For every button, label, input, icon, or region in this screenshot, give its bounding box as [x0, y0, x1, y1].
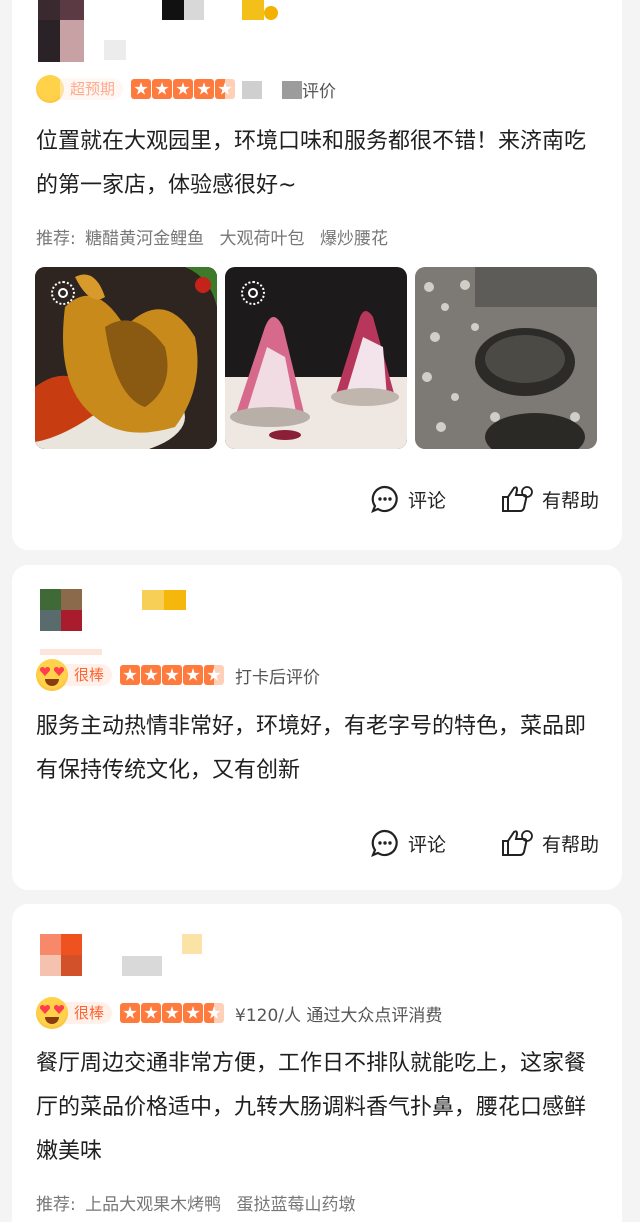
- recommend-label: 推荐:: [36, 229, 76, 249]
- star-icon: [120, 1003, 141, 1023]
- star-icon: [173, 79, 194, 99]
- comment-button[interactable]: 评论: [370, 484, 446, 514]
- user-level-icon: [264, 6, 278, 20]
- comment-bubble-icon: [371, 485, 398, 513]
- review-text: 服务主动热情非常好，环境好，有老字号的特色，菜品即有保持传统文化，又有创新: [36, 714, 587, 783]
- review-photo-fish[interactable]: [35, 267, 217, 449]
- star-icon: [152, 79, 173, 99]
- meta-mosaic: [242, 79, 303, 99]
- username-suffix: [40, 649, 102, 655]
- review-card-3: 很棒 ¥120/人 通过大众点评消费 餐厅周边交通非常方便，工作日不排队就能吃上…: [12, 904, 622, 1222]
- star-icon: [131, 79, 152, 99]
- star-icon: [194, 79, 215, 99]
- star-icon: [141, 1003, 162, 1023]
- avatar[interactable]: [38, 0, 84, 62]
- star-icon: [162, 1003, 183, 1023]
- heart-eyes-icon: [36, 659, 68, 691]
- star-icon: [141, 665, 162, 685]
- rating-row: 很棒 ¥120/人 通过大众点评消费: [36, 996, 442, 1030]
- live-photo-icon: [241, 281, 265, 305]
- review-card-2: 很棒 打卡后评价 服务主动热情非常好，环境好，有老字号的特色，菜品即有保持传统文…: [12, 565, 622, 890]
- heart-eyes-icon: [36, 997, 68, 1029]
- comment-bubble-icon: [371, 829, 398, 857]
- badge-label: 超预期: [60, 78, 124, 100]
- thumbs-up-icon: [502, 486, 533, 512]
- comment-label: 评论: [408, 489, 447, 512]
- recommend-dish[interactable]: 爆炒腰花: [320, 229, 388, 249]
- username-suffix: [104, 40, 126, 60]
- avatar[interactable]: [40, 934, 82, 976]
- recommend-label: 推荐:: [36, 1195, 76, 1215]
- recommend-dish[interactable]: 大观荷叶包: [220, 229, 305, 249]
- review-photo-dessert[interactable]: [225, 267, 407, 449]
- live-photo-icon: [51, 281, 75, 305]
- helpful-button[interactable]: 有帮助: [500, 828, 599, 858]
- avatar[interactable]: [40, 589, 82, 631]
- star-rating: [120, 665, 225, 685]
- rating-row: 超预期 评价: [36, 72, 336, 106]
- star-icon: [183, 1003, 204, 1023]
- helpful-button[interactable]: 有帮助: [500, 484, 599, 514]
- rating-row: 很棒 打卡后评价: [36, 658, 320, 692]
- helpful-label: 有帮助: [542, 833, 600, 856]
- recommend-dishes: 推荐: 糖醋黄河金鲤鱼 大观荷叶包 爆炒腰花: [36, 224, 398, 249]
- recommend-dishes: 推荐: 上品大观果木烤鸭 蛋挞蓝莓山药墩: [36, 1190, 366, 1215]
- username[interactable]: [142, 590, 186, 610]
- review-meta: 评价: [302, 81, 337, 102]
- recommend-dish[interactable]: 糖醋黄河金鲤鱼: [85, 229, 204, 249]
- review-text: 位置就在大观园里，环境口味和服务都很不错！来济南吃的第一家店，体验感很好~: [36, 129, 587, 198]
- review-card-1: 超预期 评价 位置就在大观园里，环境口味和服务都很不错！来济南吃的第一家店，体验…: [12, 0, 622, 550]
- star-icon: [120, 665, 141, 685]
- badge-label: 很棒: [64, 664, 113, 686]
- review-text: 餐厅周边交通非常方便，工作日不排队就能吃上，这家餐厅的菜品价格适中，九转大肠调料…: [36, 1051, 587, 1164]
- star-half-icon: [215, 79, 236, 99]
- star-half-icon: [204, 665, 225, 685]
- star-icon: [183, 665, 204, 685]
- star-icon: [162, 665, 183, 685]
- badge-label: 很棒: [64, 1002, 113, 1024]
- recommend-dish[interactable]: 上品大观果木烤鸭: [85, 1195, 221, 1215]
- review-photo-turtles[interactable]: [415, 267, 597, 449]
- recommend-dish[interactable]: 蛋挞蓝莓山药墩: [237, 1195, 356, 1215]
- star-half-icon: [204, 1003, 225, 1023]
- comment-label: 评论: [408, 833, 447, 856]
- review-meta: 打卡后评价: [235, 667, 321, 688]
- review-meta: ¥120/人 通过大众点评消费: [235, 1005, 443, 1026]
- star-rating: [131, 79, 236, 99]
- comment-button[interactable]: 评论: [370, 828, 446, 858]
- star-rating: [120, 1003, 225, 1023]
- helpful-label: 有帮助: [542, 489, 600, 512]
- thumbs-up-icon: [502, 830, 533, 856]
- username[interactable]: [122, 934, 222, 978]
